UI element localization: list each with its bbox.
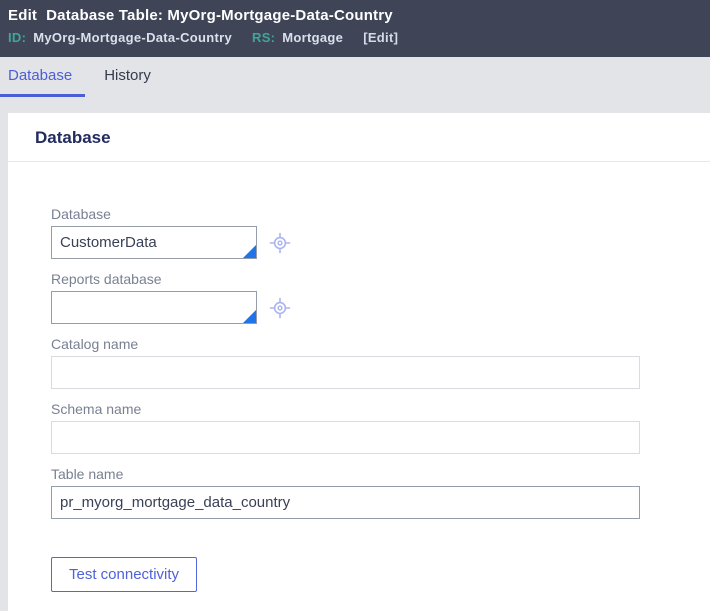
database-form: Database CustomerData Reports database C… [8,162,710,592]
page-title-action: Edit [8,7,38,24]
titlebar: Edit Database Table: MyOrg-Mortgage-Data-… [0,0,710,57]
tab-history[interactable]: History [85,57,165,97]
id-label: ID: [8,30,27,45]
content-card: Database Database CustomerData Reports d… [8,113,710,611]
rule-meta-row: ID: MyOrg-Mortgage-Data-Country RS: Mort… [8,30,700,45]
crosshair-target-icon[interactable] [269,232,291,254]
autocomplete-corner-icon [243,245,256,258]
field-catalog-name: Catalog name [51,336,710,389]
tab-database-label: Database [8,67,73,84]
ruleset-edit-link[interactable]: [Edit] [363,30,398,45]
tab-history-label: History [104,67,151,84]
autocomplete-corner-icon [243,310,256,323]
page-title: Database Table: MyOrg-Mortgage-Data-Coun… [46,7,393,24]
catalog-name-input[interactable] [51,356,640,389]
field-table-name: Table name [51,466,710,519]
database-field-label: Database [51,206,111,222]
database-input[interactable] [51,226,257,259]
table-name-input[interactable] [51,486,640,519]
tab-bar: Database History [0,57,710,113]
schema-name-input[interactable] [51,421,640,454]
field-database: Database [51,206,710,259]
catalog-name-field-label: Catalog name [51,336,139,352]
crosshair-target-icon[interactable] [269,297,291,319]
reports-database-field-label: Reports database [51,271,162,287]
page-title-row: Edit Database Table: MyOrg-Mortgage-Data-… [8,7,700,24]
reports-database-input[interactable] [51,291,257,324]
ruleset-label: RS: [252,30,276,45]
test-connectivity-button[interactable]: Test connectivity [51,557,198,592]
section-title: Database [35,128,111,147]
field-reports-database: Reports database [51,271,710,324]
schema-name-field-label: Schema name [51,401,142,417]
tab-database[interactable]: Database [0,57,86,97]
id-value: MyOrg-Mortgage-Data-Country [33,30,232,45]
table-name-field-label: Table name [51,466,124,482]
ruleset-value: Mortgage [282,30,344,45]
field-schema-name: Schema name [51,401,710,454]
